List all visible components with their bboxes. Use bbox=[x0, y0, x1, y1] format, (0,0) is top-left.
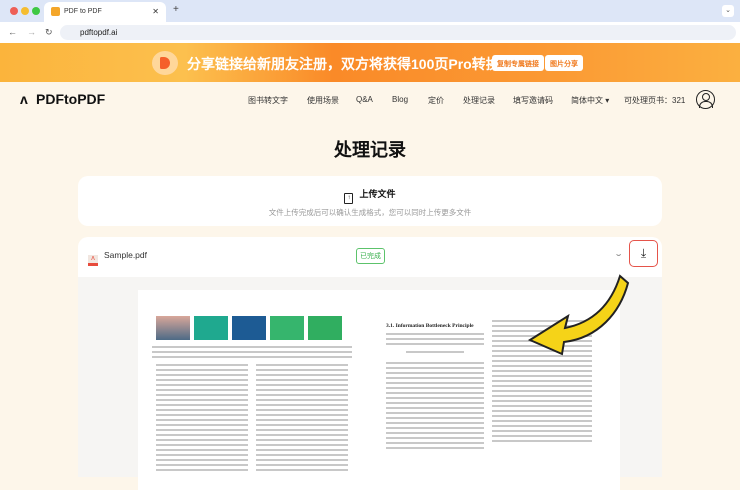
figure-image bbox=[194, 316, 228, 340]
reload-icon[interactable]: ↻ bbox=[45, 27, 53, 38]
status-badge: 已完成 bbox=[356, 248, 385, 264]
minimize-window-button[interactable] bbox=[21, 7, 29, 15]
nav-use-cases[interactable]: 使用场景 bbox=[307, 95, 339, 106]
top-nav: ᴧ PDFtoPDF 图书转文字 使用场景 Q&A Blog 定价 处理记录 填写… bbox=[0, 82, 740, 118]
figure-image bbox=[156, 316, 190, 340]
logo-icon: ᴧ bbox=[20, 91, 28, 107]
upload-file-icon: ↑ bbox=[344, 193, 354, 204]
back-icon[interactable]: ← bbox=[8, 27, 17, 37]
section-heading: 3.1. Information Bottleneck Principle bbox=[386, 323, 474, 329]
address-bar-row: ← → ↻ pdftopdf.ai bbox=[0, 22, 740, 43]
text-column bbox=[156, 364, 248, 474]
file-name: Sample.pdf bbox=[104, 250, 147, 260]
forward-icon[interactable]: → bbox=[27, 27, 36, 37]
figure-image bbox=[232, 316, 266, 340]
upload-label[interactable]: 上传文件 bbox=[359, 189, 395, 199]
nav-qa[interactable]: Q&A bbox=[356, 95, 373, 104]
download-icon: ⤓ bbox=[640, 246, 647, 260]
download-button[interactable]: ⤓ bbox=[629, 240, 658, 267]
figure-image bbox=[308, 316, 342, 340]
pages-remaining: 可处理页书：321 bbox=[624, 96, 686, 105]
tab-title: PDF to PDF bbox=[64, 8, 102, 15]
nav-invite-code[interactable]: 填写邀请码 bbox=[513, 95, 553, 106]
url-text: pdftopdf.ai bbox=[80, 28, 118, 37]
nav-blog[interactable]: Blog bbox=[392, 95, 408, 104]
pdf-file-icon: ᴧ bbox=[88, 255, 98, 266]
tab-list-button[interactable]: ⌄ bbox=[722, 5, 734, 17]
figure-caption bbox=[152, 346, 352, 361]
new-tab-button[interactable]: + bbox=[173, 4, 179, 15]
preview-page-left bbox=[138, 290, 366, 490]
favicon-icon bbox=[51, 7, 60, 16]
user-avatar-icon[interactable] bbox=[696, 90, 715, 109]
nav-book-to-text[interactable]: 图书转文字 bbox=[248, 95, 288, 106]
upload-card[interactable]: ↑ 上传文件 文件上传完成后可以确认生成格式，您可以同时上传更多文件 bbox=[78, 176, 662, 226]
upload-hint: 文件上传完成后可以确认生成格式，您可以同时上传更多文件 bbox=[268, 208, 472, 217]
browser-tab[interactable]: PDF to PDF ✕ bbox=[44, 2, 166, 22]
figure-image bbox=[270, 316, 304, 340]
nav-history[interactable]: 处理记录 bbox=[463, 95, 495, 106]
close-window-button[interactable] bbox=[10, 7, 18, 15]
browser-tab-bar: PDF to PDF ✕ + ⌄ bbox=[0, 0, 740, 22]
copy-link-button[interactable]: 复制专属链接 bbox=[492, 55, 544, 71]
logo[interactable]: ᴧ PDFtoPDF bbox=[20, 91, 105, 107]
language-select[interactable]: 简体中文 ▾ bbox=[571, 95, 609, 106]
url-input[interactable]: pdftopdf.ai bbox=[60, 25, 736, 40]
preview-toggle-icon[interactable]: ⌣ bbox=[616, 250, 621, 260]
text-column bbox=[386, 333, 484, 452]
banner-text: 分享链接给新朋友注册，双方将获得100页Pro转换 bbox=[187, 56, 500, 72]
close-tab-icon[interactable]: ✕ bbox=[152, 7, 159, 16]
maximize-window-button[interactable] bbox=[32, 7, 40, 15]
page-title: 处理记录 bbox=[334, 140, 406, 160]
promo-banner: 分享链接给新朋友注册，双方将获得100页Pro转换 复制专属链接 图片分享 bbox=[0, 43, 740, 82]
logo-text: PDFtoPDF bbox=[36, 91, 106, 107]
text-column bbox=[256, 364, 348, 474]
nav-pricing[interactable]: 定价 bbox=[428, 95, 444, 106]
pointing-arrow-icon bbox=[527, 274, 630, 356]
image-share-button[interactable]: 图片分享 bbox=[545, 55, 583, 71]
megaphone-icon bbox=[152, 51, 178, 75]
